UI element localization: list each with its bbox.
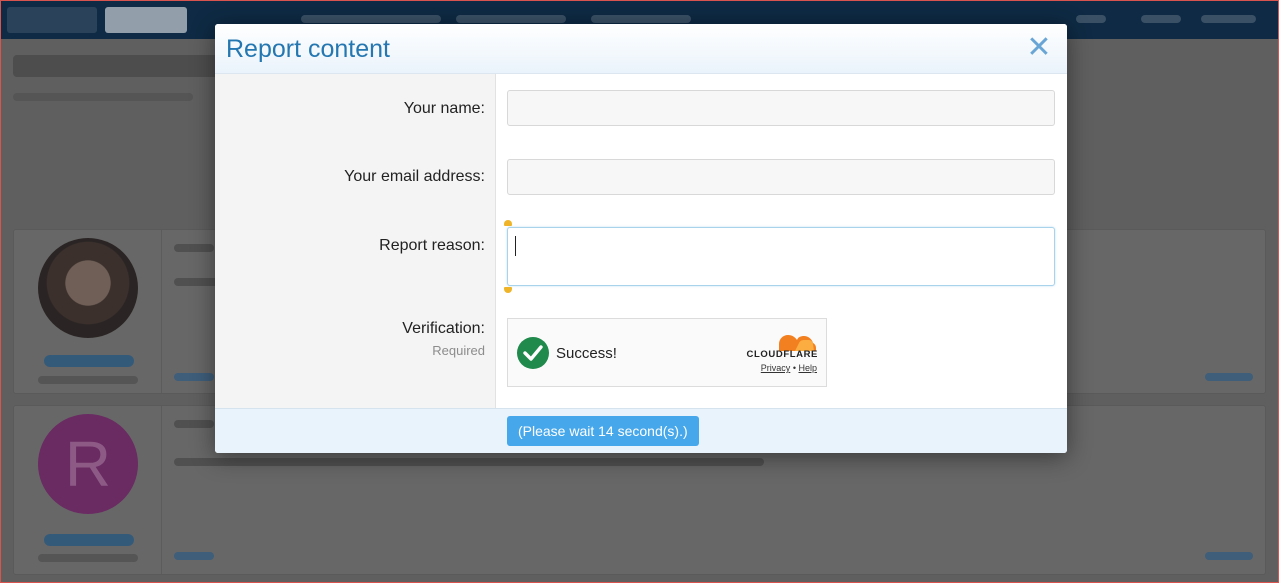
username — [44, 534, 134, 546]
close-icon[interactable]: ✕ — [1025, 33, 1053, 63]
verification-label: Verification: — [402, 320, 485, 337]
user-title — [38, 554, 138, 562]
text-caret — [515, 236, 516, 256]
captcha-status: Success! — [556, 345, 617, 362]
link-separator: • — [792, 363, 796, 373]
post-date — [174, 420, 214, 428]
username — [44, 355, 134, 367]
dialog-title: Report content — [226, 35, 390, 63]
reply-link — [1205, 373, 1253, 381]
nav-link — [456, 15, 566, 23]
nav-link — [1201, 15, 1256, 23]
post-user-column: R — [14, 406, 162, 574]
name-field[interactable] — [507, 90, 1055, 126]
email-field[interactable] — [507, 159, 1055, 195]
avatar: R — [38, 414, 138, 514]
post-date — [174, 244, 214, 252]
captcha-links: Privacy • Help — [761, 363, 817, 373]
post-body — [174, 458, 764, 466]
textarea-resize-handle-top[interactable] — [504, 220, 512, 226]
report-content-dialog: Report content ✕ Your name: Your email a… — [215, 24, 1067, 453]
submit-report-button[interactable]: (Please wait 14 second(s).) — [507, 416, 699, 446]
nav-link — [1076, 15, 1106, 23]
name-label: Your name: — [403, 100, 485, 117]
nav-link — [1141, 15, 1181, 23]
reply-link — [1205, 552, 1253, 560]
post-user-column — [14, 230, 162, 393]
user-title — [38, 376, 138, 384]
nav-link — [591, 15, 691, 23]
nav-tab-active — [105, 7, 187, 33]
help-link[interactable]: Help — [798, 363, 817, 373]
report-link — [174, 552, 214, 560]
thread-title — [13, 55, 233, 77]
report-reason-field[interactable] — [507, 227, 1055, 286]
report-link — [174, 373, 214, 381]
email-label: Your email address: — [344, 168, 485, 185]
cloudflare-brand: CLOUDFLARE — [746, 349, 818, 360]
verification-required-hint: Required — [432, 343, 485, 358]
nav-link — [301, 15, 441, 23]
checkmark-icon — [517, 337, 549, 369]
dialog-header: Report content ✕ — [215, 24, 1067, 74]
cloudflare-turnstile-widget[interactable]: Success! CLOUDFLARE Privacy • Help — [507, 318, 827, 387]
avatar — [38, 238, 138, 338]
textarea-resize-handle-bottom[interactable] — [504, 287, 512, 293]
privacy-link[interactable]: Privacy — [761, 363, 791, 373]
report-reason-label: Report reason: — [379, 237, 485, 254]
thread-meta — [13, 93, 193, 101]
dialog-footer: (Please wait 14 second(s).) — [215, 408, 1067, 453]
nav-tab — [7, 7, 97, 33]
